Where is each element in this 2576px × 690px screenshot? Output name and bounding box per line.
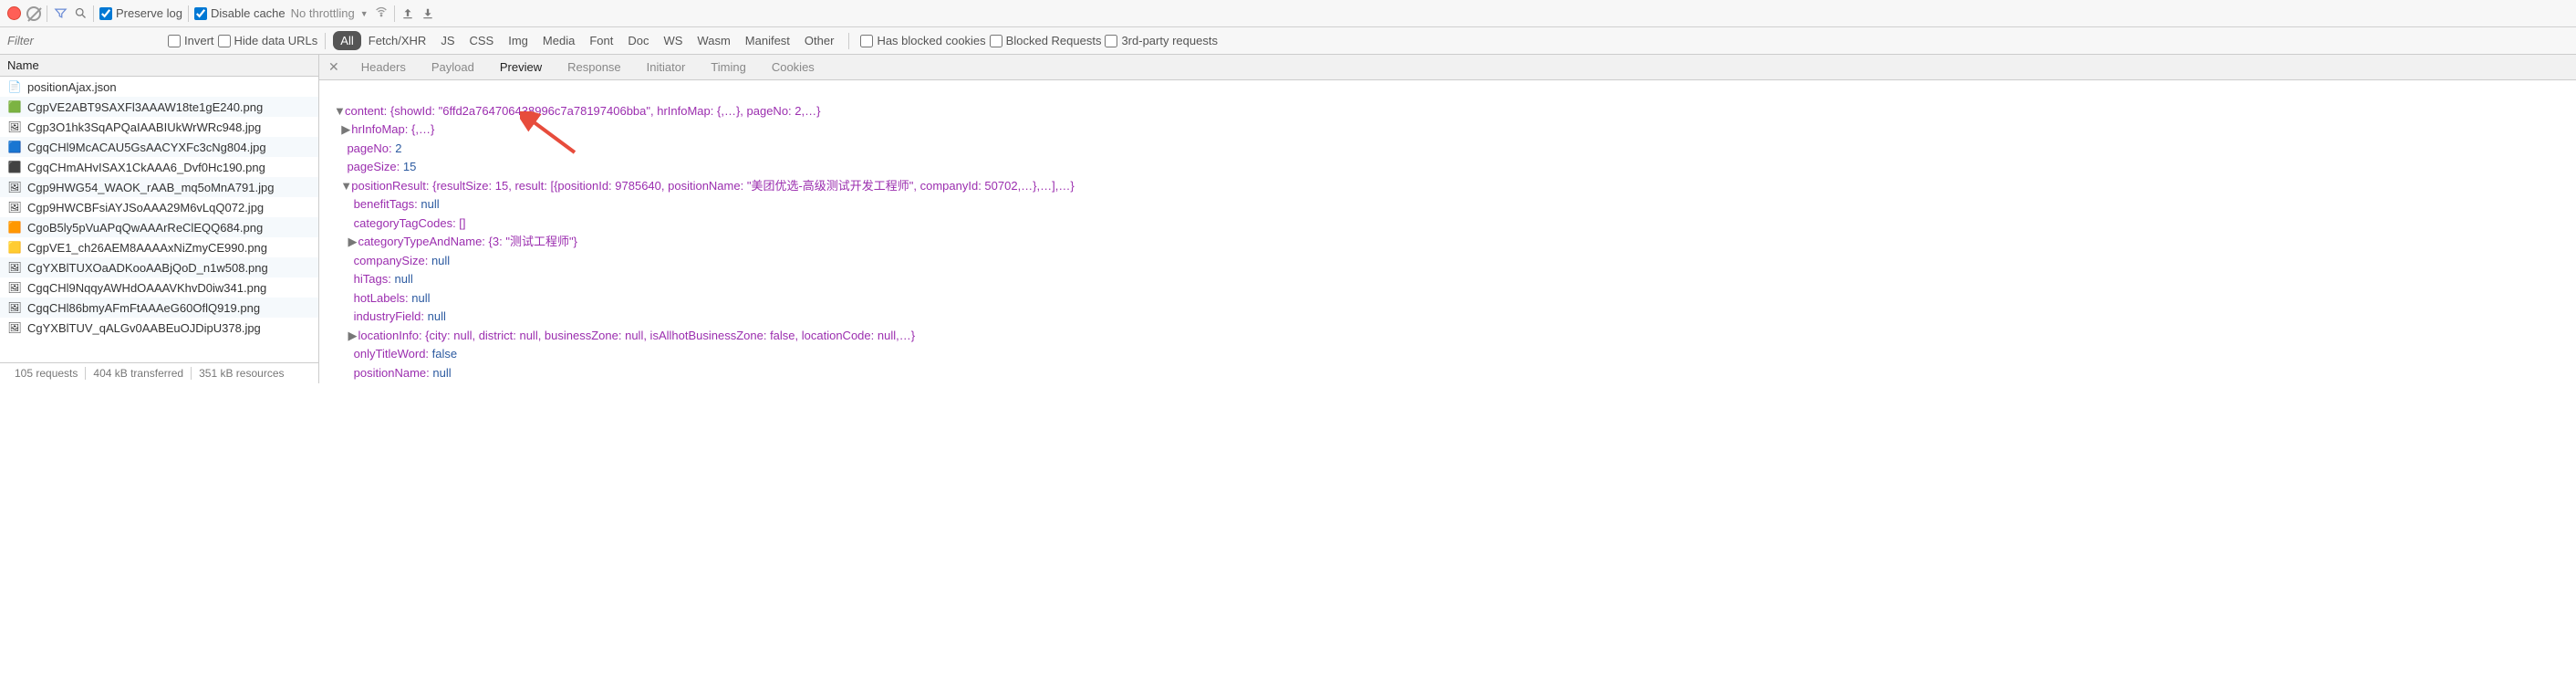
blocked-requests-checkbox[interactable]: Blocked Requests [990, 34, 1102, 47]
request-row[interactable]: 📄 positionAjax.json [0, 77, 318, 97]
request-list: 📄 positionAjax.json 🟩 CgpVE2ABT9SAXFl3AAAW1… [0, 77, 318, 362]
filter-type-media[interactable]: Media [535, 31, 582, 50]
file-icon: 🟧 [7, 220, 22, 235]
request-name: CgYXBlTUV_qALGv0AABEuOJDipU378.jpg [27, 321, 261, 335]
filter-type-img[interactable]: Img [501, 31, 535, 50]
file-icon: 🟦 [7, 140, 22, 154]
requests-pane: Name 📄 positionAjax.json 🟩 CgpVE2ABT9SAXFl3… [0, 55, 319, 383]
filter-type-wasm[interactable]: Wasm [690, 31, 737, 50]
request-row[interactable]: 🟩 CgpVE2ABT9SAXFl3AAAW18te1gE240.png [0, 97, 318, 117]
tab-headers[interactable]: Headers [348, 56, 419, 78]
request-row[interactable]: 🟨 CgpVE1_ch26AEM8AAAAxNiZmyCE990.png [0, 237, 318, 257]
status-requests: 105 requests [7, 367, 86, 380]
file-icon: 📄 [7, 79, 22, 94]
request-row[interactable]: 🖼 Cgp9HWG54_WAOK_rAAB_mq5oMnA791.jpg [0, 177, 318, 197]
detail-tabs: ✕ HeadersPayloadPreviewResponseInitiator… [319, 55, 2576, 80]
file-icon: 🖼 [7, 200, 22, 214]
requests-column-header[interactable]: Name [0, 55, 318, 77]
request-name: Cgp3O1hk3SqAPQaIAABIUkWrWRc948.jpg [27, 120, 261, 134]
request-name: CgqCHmAHvISAX1CkAAA6_Dvf0Hc190.png [27, 161, 265, 174]
file-icon: 🟩 [7, 99, 22, 114]
filter-bar: Invert Hide data URLs AllFetch/XHRJSCSSI… [0, 27, 2576, 55]
request-row[interactable]: 🖼 Cgp9HWCBFsiAYJSoAAA29M6vLqQ072.jpg [0, 197, 318, 217]
file-icon: 🖼 [7, 280, 22, 295]
hide-data-urls-checkbox[interactable]: Hide data URLs [218, 34, 318, 47]
status-resources: 351 kB resources [192, 367, 291, 380]
filter-input[interactable] [0, 32, 164, 49]
disable-cache-input[interactable] [194, 7, 207, 20]
request-row[interactable]: 🖼 CgqCHl9NqqyAWHdOAAAVKhvD0iw341.png [0, 277, 318, 298]
request-row[interactable]: 🖼 CgYXBlTUV_qALGv0AABEuOJDipU378.jpg [0, 318, 318, 338]
detail-pane: ✕ HeadersPayloadPreviewResponseInitiator… [319, 55, 2576, 383]
file-icon: 🟨 [7, 240, 22, 255]
chevron-down-icon: ▼ [360, 9, 369, 18]
network-toolbar: Preserve log Disable cache No throttling… [0, 0, 2576, 27]
network-conditions-icon[interactable] [374, 5, 389, 22]
request-name: CgpVE2ABT9SAXFl3AAAW18te1gE240.png [27, 100, 263, 114]
tab-response[interactable]: Response [555, 56, 634, 78]
request-row[interactable]: 🟧 CgoB5ly5pVuAPqQwAAArReClEQQ684.png [0, 217, 318, 237]
filter-icon[interactable] [53, 6, 68, 21]
search-icon[interactable] [73, 6, 88, 21]
clear-button[interactable] [26, 6, 41, 21]
request-name: CgpVE1_ch26AEM8AAAAxNiZmyCE990.png [27, 241, 267, 255]
request-name: Cgp9HWCBFsiAYJSoAAA29M6vLqQ072.jpg [27, 201, 264, 214]
preserve-log-label: Preserve log [116, 6, 182, 20]
request-name: CgqCHl9McACAU5GsAACYXFc3cNg804.jpg [27, 141, 266, 154]
divider [93, 5, 94, 22]
tab-preview[interactable]: Preview [487, 56, 555, 78]
resource-type-filters: AllFetch/XHRJSCSSImgMediaFontDocWSWasmMa… [333, 34, 841, 47]
filter-type-ws[interactable]: WS [656, 31, 690, 50]
file-icon: 🖼 [7, 300, 22, 315]
divider [394, 5, 395, 22]
divider [325, 33, 326, 49]
file-icon: ⬛ [7, 160, 22, 174]
request-name: positionAjax.json [27, 80, 117, 94]
filter-type-css[interactable]: CSS [462, 31, 502, 50]
upload-icon[interactable] [400, 6, 415, 21]
status-bar: 105 requests 404 kB transferred 351 kB r… [0, 362, 318, 383]
request-name: CgYXBlTUXOaADKooAABjQoD_n1w508.png [27, 261, 268, 275]
filter-type-other[interactable]: Other [797, 31, 842, 50]
close-icon[interactable]: ✕ [319, 59, 348, 75]
request-name: CgoB5ly5pVuAPqQwAAArReClEQQ684.png [27, 221, 263, 235]
request-row[interactable]: 🖼 Cgp3O1hk3SqAPQaIAABIUkWrWRc948.jpg [0, 117, 318, 137]
request-row[interactable]: ⬛ CgqCHmAHvISAX1CkAAA6_Dvf0Hc190.png [0, 157, 318, 177]
disable-cache-checkbox[interactable]: Disable cache [194, 6, 286, 20]
request-name: Cgp9HWG54_WAOK_rAAB_mq5oMnA791.jpg [27, 181, 274, 194]
filter-type-font[interactable]: Font [582, 31, 620, 50]
preserve-log-checkbox[interactable]: Preserve log [99, 6, 182, 20]
record-button[interactable] [7, 6, 21, 20]
request-name: CgqCHl86bmyAFmFtAAAeG60OflQ919.png [27, 301, 260, 315]
tab-timing[interactable]: Timing [698, 56, 759, 78]
filter-type-fetch-xhr[interactable]: Fetch/XHR [361, 31, 434, 50]
filter-type-js[interactable]: JS [433, 31, 462, 50]
status-transferred: 404 kB transferred [86, 367, 192, 380]
has-blocked-cookies-checkbox[interactable]: Has blocked cookies [860, 34, 985, 47]
divider [188, 5, 189, 22]
preserve-log-input[interactable] [99, 7, 112, 20]
disable-cache-label: Disable cache [211, 6, 286, 20]
file-icon: 🖼 [7, 120, 22, 134]
divider [848, 33, 849, 49]
throttling-select[interactable]: No throttling [291, 6, 355, 20]
third-party-checkbox[interactable]: 3rd-party requests [1105, 34, 1218, 47]
request-row[interactable]: 🟦 CgqCHl9McACAU5GsAACYXFc3cNg804.jpg [0, 137, 318, 157]
request-row[interactable]: 🖼 CgqCHl86bmyAFmFtAAAeG60OflQ919.png [0, 298, 318, 318]
tab-initiator[interactable]: Initiator [634, 56, 699, 78]
filter-type-manifest[interactable]: Manifest [738, 31, 797, 50]
filter-type-doc[interactable]: Doc [620, 31, 656, 50]
tab-payload[interactable]: Payload [419, 56, 487, 78]
main-area: Name 📄 positionAjax.json 🟩 CgpVE2ABT9SAXFl3… [0, 55, 2576, 383]
preview-content[interactable]: ▼content: {showId: "6ffd2a764706438996c7… [319, 80, 2576, 383]
file-icon: 🖼 [7, 320, 22, 335]
filter-type-all[interactable]: All [333, 31, 360, 50]
file-icon: 🖼 [7, 260, 22, 275]
request-row[interactable]: 🖼 CgYXBlTUXOaADKooAABjQoD_n1w508.png [0, 257, 318, 277]
request-name: CgqCHl9NqqyAWHdOAAAVKhvD0iw341.png [27, 281, 266, 295]
file-icon: 🖼 [7, 180, 22, 194]
tab-cookies[interactable]: Cookies [759, 56, 827, 78]
download-icon[interactable] [421, 6, 435, 21]
invert-checkbox[interactable]: Invert [168, 34, 214, 47]
